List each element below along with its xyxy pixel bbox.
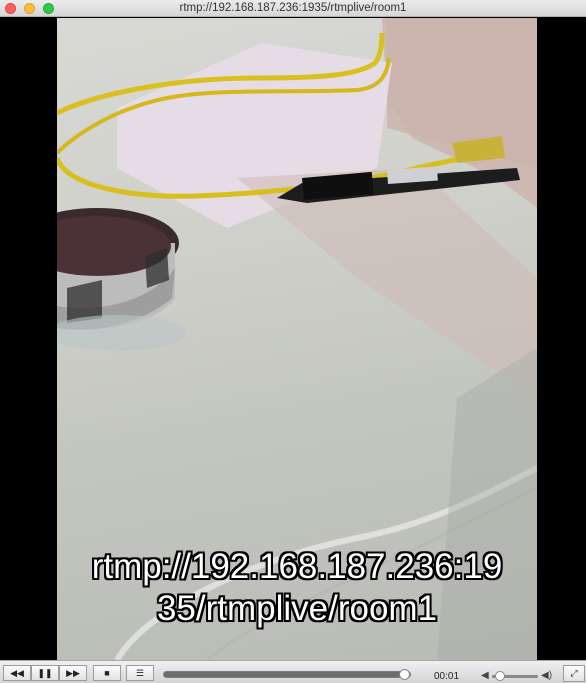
volume-slider[interactable] [492, 671, 538, 681]
rewind-button[interactable]: ◀◀ [3, 665, 31, 681]
fullscreen-icon: ⤢ [570, 668, 578, 678]
volume-handle[interactable] [494, 671, 505, 681]
overlay-line-2: 35/rtmplive/room1 [156, 589, 438, 628]
forward-icon: ▶▶ [66, 667, 80, 678]
window-title: rtmp://192.168.187.236:1935/rtmplive/roo… [179, 2, 407, 14]
overlay-line-1: rtmp://192.168.187.236:19 [91, 547, 503, 586]
fullscreen-button[interactable]: ⤢ [563, 665, 585, 682]
seek-bar[interactable] [163, 669, 411, 680]
video-area[interactable]: rtmp://192.168.187.236:19 35/rtmplive/ro… [0, 18, 586, 660]
stop-icon: ■ [104, 668, 110, 678]
stop-button[interactable]: ■ [93, 665, 121, 681]
volume-high-icon[interactable]: ◀) [541, 670, 552, 681]
volume-low-icon[interactable]: ◀ [481, 670, 489, 681]
forward-button[interactable]: ▶▶ [59, 665, 87, 681]
control-bar: ◀◀ ❚❚ ▶▶ ■ ☰ 00:01 ◀ ◀) ⤢ [0, 660, 586, 683]
pause-button[interactable]: ❚❚ [31, 665, 59, 681]
elapsed-time: 00:01 [434, 671, 460, 682]
rewind-icon: ◀◀ [10, 667, 24, 678]
seek-handle[interactable] [399, 669, 411, 680]
playlist-button[interactable]: ☰ [126, 665, 154, 681]
video-frame: rtmp://192.168.187.236:19 35/rtmplive/ro… [57, 18, 537, 660]
playlist-icon: ☰ [135, 667, 145, 678]
title-bar[interactable]: rtmp://192.168.187.236:1935/rtmplive/roo… [0, 0, 586, 17]
seek-progress-fill [164, 672, 406, 677]
stream-url-overlay: rtmp://192.168.187.236:19 35/rtmplive/ro… [57, 546, 537, 630]
pause-icon: ❚❚ [37, 667, 53, 678]
